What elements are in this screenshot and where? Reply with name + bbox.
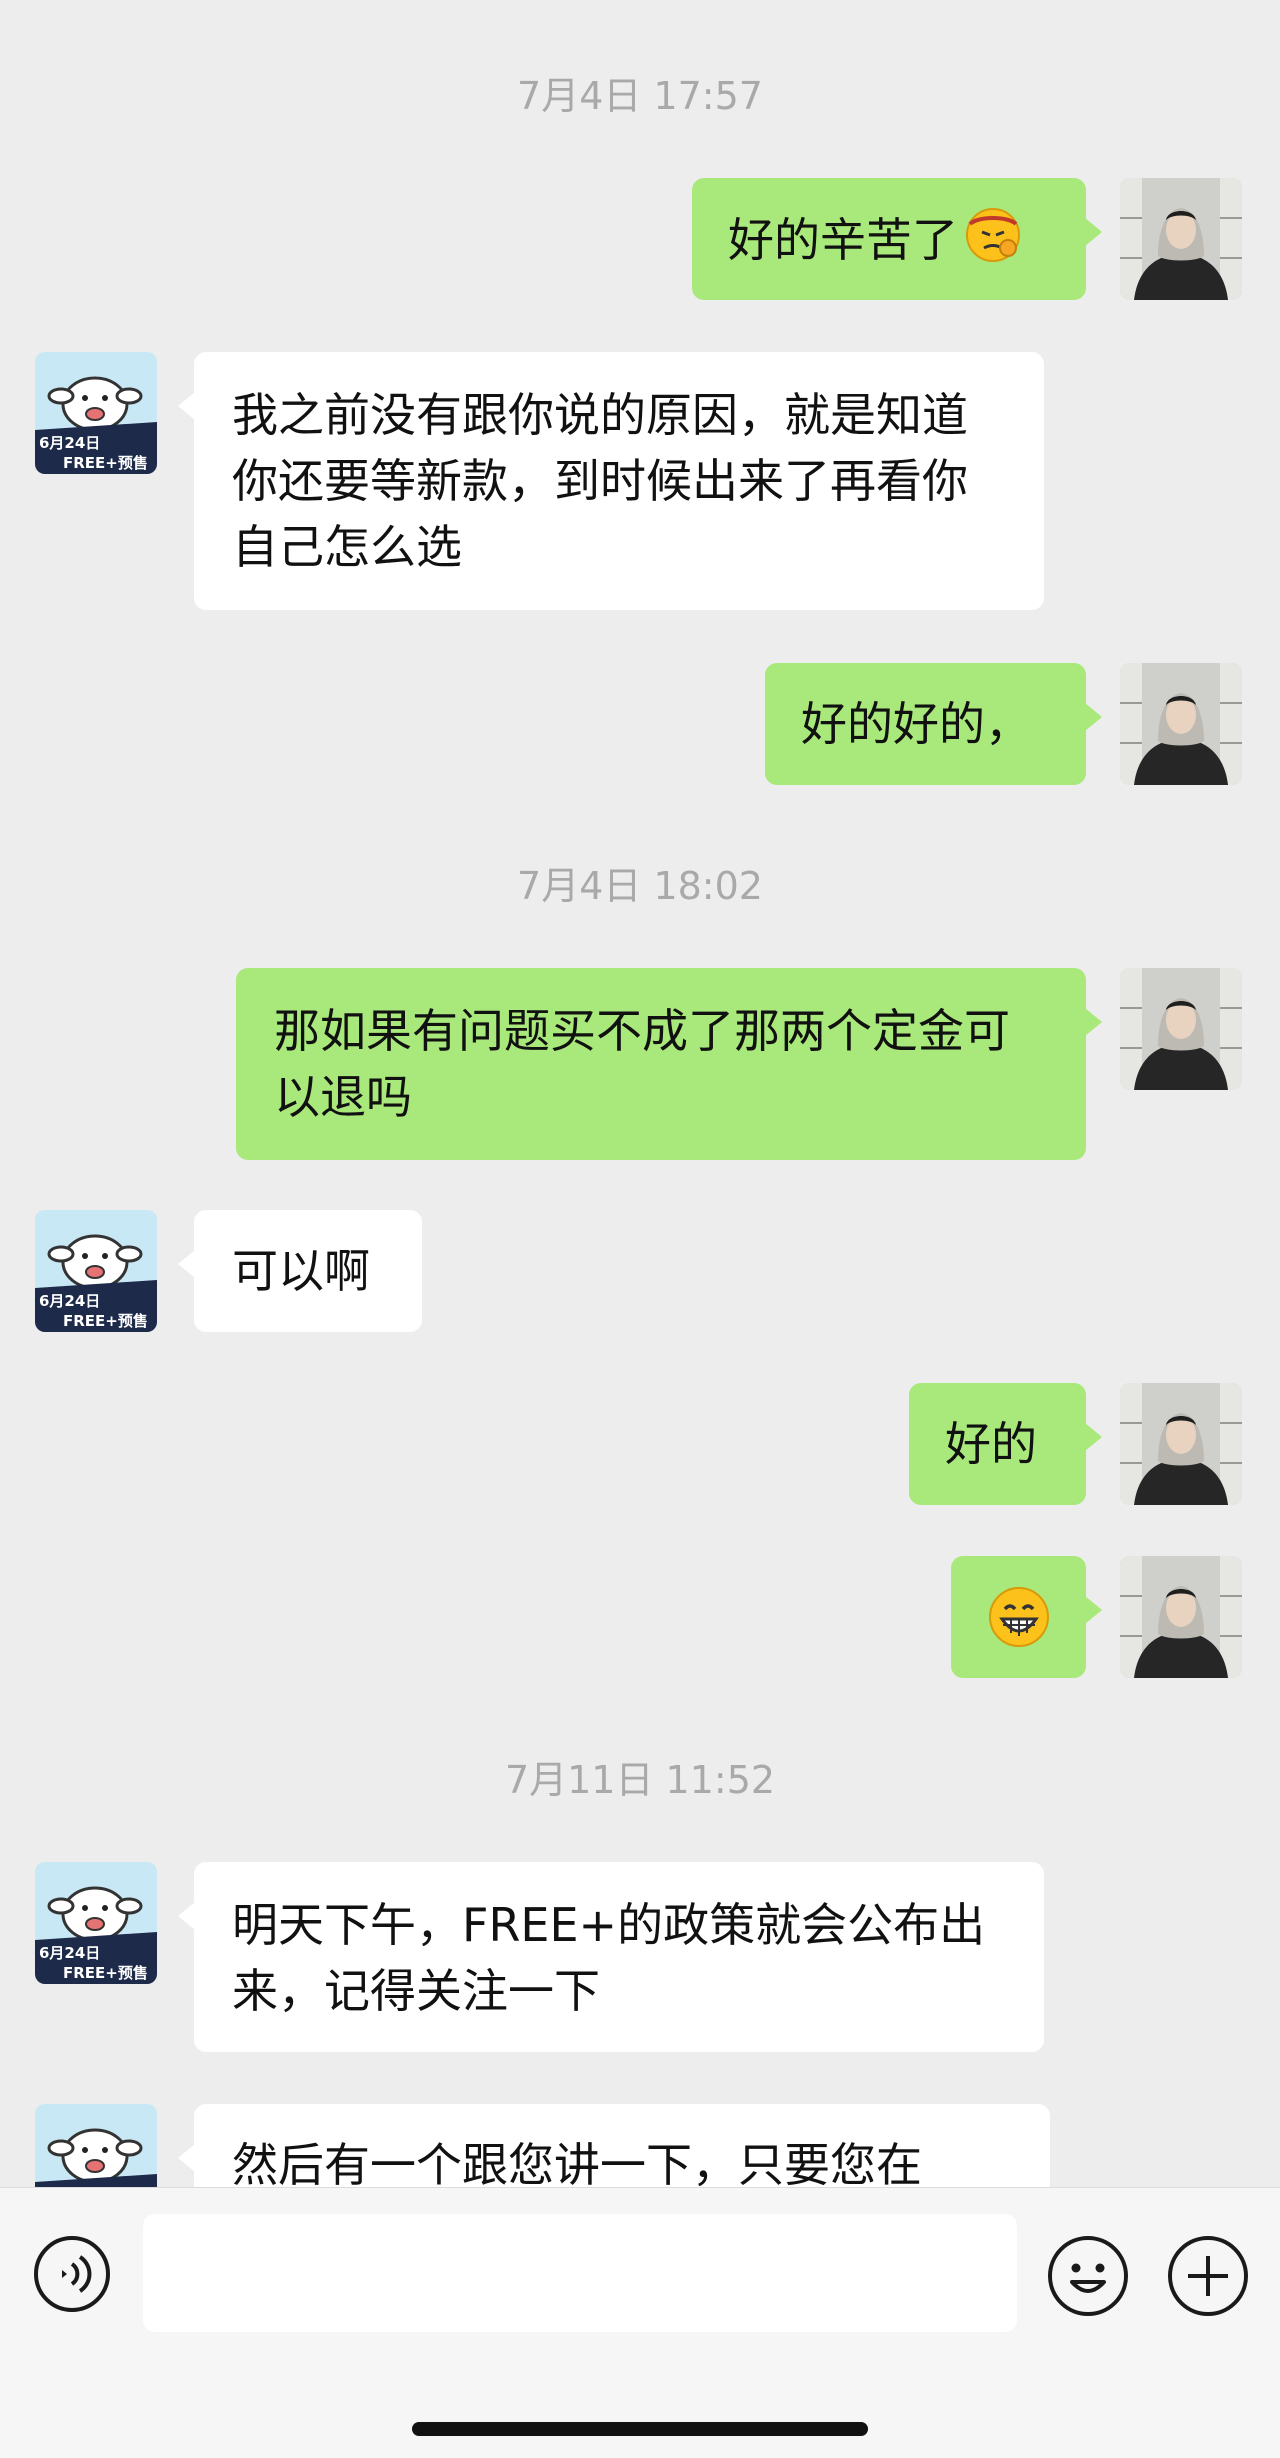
message-text: 那如果有问题买不成了那两个定金可以退吗 <box>274 1004 1010 1124</box>
contact-avatar[interactable] <box>35 1210 157 1332</box>
message-text: 好的 <box>945 1417 1037 1471</box>
timestamp: 7月11日 11:52 <box>504 1758 776 1802</box>
voice-button[interactable] <box>32 2234 112 2314</box>
outgoing-message-bubble[interactable] <box>951 1556 1102 1678</box>
message-text: 我之前没有跟你说的原因，就是知道你还要等新款，到时候出来了再看你自己怎么选 <box>232 388 968 574</box>
outgoing-message-bubble[interactable]: 好的辛苦了 <box>692 178 1102 300</box>
message-text: 可以啊 <box>232 1244 370 1298</box>
contact-avatar[interactable] <box>35 1862 157 1984</box>
contact-avatar[interactable] <box>35 2104 157 2187</box>
my-avatar[interactable] <box>1120 968 1242 1090</box>
contact-avatar[interactable] <box>35 352 157 474</box>
message-text: 好的好的， <box>801 697 1031 751</box>
timestamp: 7月4日 17:57 <box>517 74 763 118</box>
my-avatar[interactable] <box>1120 663 1242 785</box>
incoming-message-bubble[interactable]: 可以啊 <box>178 1210 422 1332</box>
home-indicator <box>412 2422 868 2436</box>
message-text: 然后有一个跟您讲一下，只要您在 <box>232 2138 922 2187</box>
my-avatar[interactable] <box>1120 178 1242 300</box>
my-avatar[interactable] <box>1120 1556 1242 1678</box>
message-input[interactable] <box>143 2214 1017 2332</box>
outgoing-message-bubble[interactable]: 好的 <box>909 1383 1102 1505</box>
plus-button[interactable] <box>1166 2234 1250 2318</box>
incoming-message-bubble[interactable]: 然后有一个跟您讲一下，只要您在 <box>178 2104 1050 2187</box>
input-bar <box>0 2187 1280 2458</box>
outgoing-message-bubble[interactable]: 好的好的， <box>765 663 1102 785</box>
plus-icon <box>1168 2236 1248 2316</box>
chat-area: 7月4日 17:57 好的辛苦了 我之前没有跟你说的原因，就是知道你还要等新款，… <box>0 0 1280 2187</box>
message-text: 明天下午，FREE+的政策就会公布出来，记得关注一下 <box>232 1898 986 2018</box>
message-text: 好的辛苦了 <box>728 213 958 267</box>
incoming-message-bubble[interactable]: 明天下午，FREE+的政策就会公布出来，记得关注一下 <box>178 1862 1044 2052</box>
incoming-message-bubble[interactable]: 我之前没有跟你说的原因，就是知道你还要等新款，到时候出来了再看你自己怎么选 <box>178 352 1044 610</box>
outgoing-message-bubble[interactable]: 那如果有问题买不成了那两个定金可以退吗 <box>236 968 1102 1160</box>
grinning-face-emoji-icon <box>987 1585 1051 1666</box>
timestamp: 7月4日 18:02 <box>517 864 763 908</box>
emoji-icon <box>1048 2236 1128 2316</box>
emoji-button[interactable] <box>1046 2234 1130 2318</box>
my-avatar[interactable] <box>1120 1383 1242 1505</box>
saluting-face-emoji-icon <box>964 206 1022 281</box>
voice-icon <box>34 2236 110 2312</box>
